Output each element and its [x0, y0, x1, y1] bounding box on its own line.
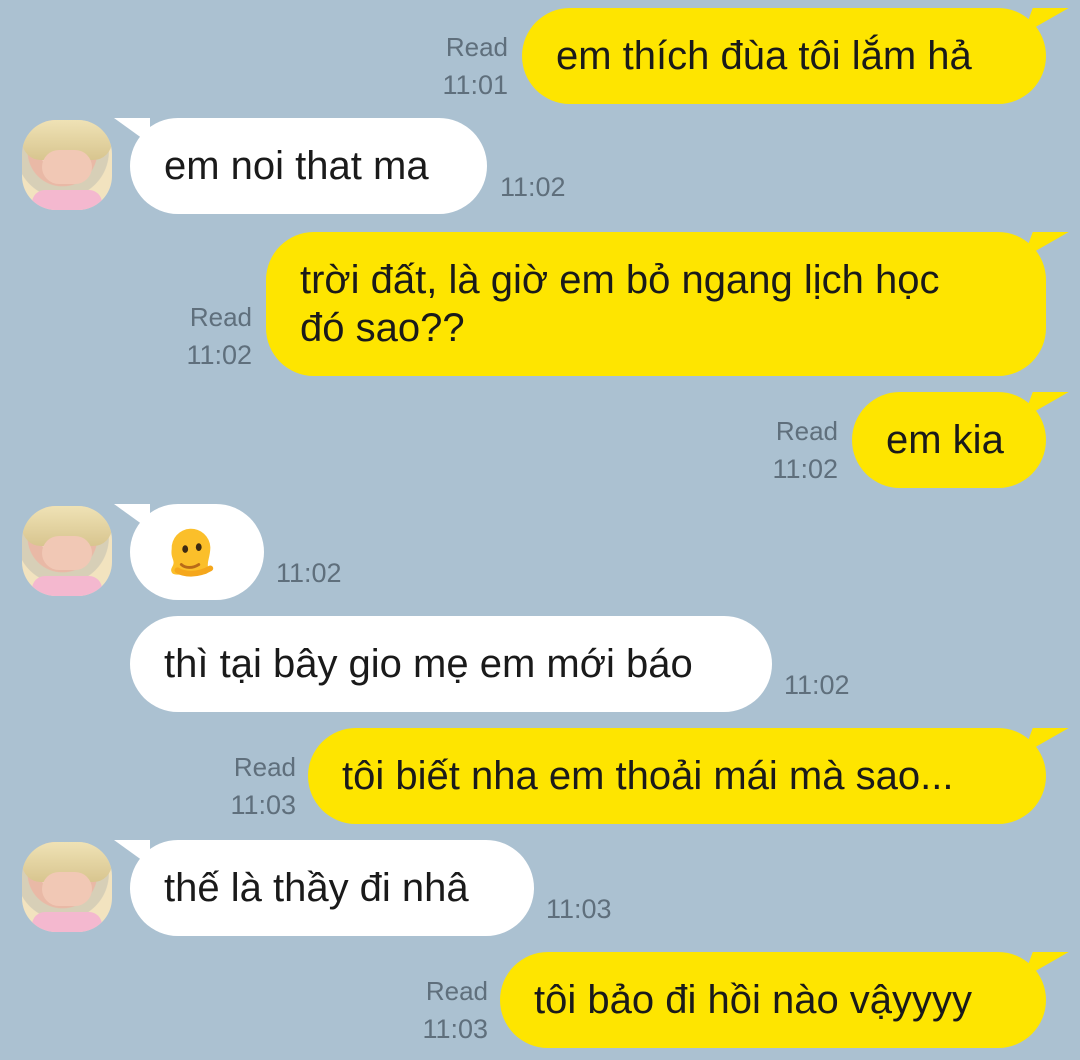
message-row: Read 11:03 tôi biết nha em thoải mái mà …	[0, 728, 1080, 824]
bubble-tail	[114, 840, 150, 866]
outgoing-message-bubble[interactable]: em thích đùa tôi lắm hả	[522, 8, 1069, 104]
outgoing-message-bubble[interactable]: tôi bảo đi hồi nào vậyyyy	[500, 952, 1069, 1048]
avatar[interactable]	[22, 506, 112, 596]
message-row: thế là thầy đi nhâ 11:03	[0, 840, 1080, 936]
message-text: tôi biết nha em thoải mái mà sao...	[342, 754, 954, 798]
message-row: Read 11:01 em thích đùa tôi lắm hả	[0, 8, 1080, 104]
message-meta: Read 11:02	[186, 298, 252, 374]
incoming-message-bubble[interactable]: em noi that ma	[114, 118, 487, 214]
message-row: em noi that ma 11:02	[0, 118, 1080, 214]
message-text: tôi bảo đi hồi nào vậyyyy	[534, 978, 973, 1022]
outgoing-message-bubble[interactable]: trời đất, là giờ em bỏ ngang lịch học đó…	[266, 232, 1069, 376]
incoming-message-bubble[interactable]	[114, 504, 264, 600]
message-text: thế là thầy đi nhâ	[164, 866, 469, 910]
message-text: em thích đùa tôi lắm hả	[556, 34, 972, 78]
message-row: Read 11:03 tôi bảo đi hồi nào vậyyyy	[0, 952, 1080, 1048]
message-row: thì tại bây gio mẹ em mới báo 11:02	[0, 616, 1080, 712]
message-time: 11:02	[500, 172, 566, 202]
message-meta: Read 11:02	[772, 412, 838, 488]
bubble-tail	[114, 118, 150, 144]
message-meta: Read 11:01	[442, 28, 508, 104]
message-meta: Read 11:03	[230, 748, 296, 824]
message-text: trời đất, là giờ em bỏ ngang lịch học đó…	[300, 258, 940, 350]
message-row: Read 11:02 em kia	[0, 392, 1080, 488]
message-meta: Read 11:03	[422, 972, 488, 1048]
message-text: thì tại bây gio mẹ em mới báo	[164, 642, 693, 686]
incoming-message-bubble[interactable]: thế là thầy đi nhâ	[114, 840, 534, 936]
melting-face-icon	[171, 528, 214, 577]
message-text: em kia	[886, 418, 1004, 462]
bubble-tail	[1023, 392, 1069, 418]
message-text: em noi that ma	[164, 144, 429, 188]
read-status: Read	[775, 416, 838, 446]
bubble-tail	[1023, 728, 1069, 754]
message-time: 11:03	[230, 790, 296, 820]
bubble-tail	[114, 504, 150, 530]
message-time: 11:03	[422, 1014, 488, 1044]
bubble-tail	[1023, 232, 1069, 258]
message-time: 11:03	[546, 894, 612, 924]
incoming-message-bubble[interactable]: thì tại bây gio mẹ em mới báo	[130, 616, 772, 712]
message-row: Read 11:02 trời đất, là giờ em bỏ ngang …	[0, 232, 1080, 376]
message-time: 11:02	[784, 670, 850, 700]
read-status: Read	[445, 32, 508, 62]
bubble-tail	[1023, 8, 1069, 34]
read-status: Read	[425, 976, 488, 1006]
outgoing-message-bubble[interactable]: em kia	[852, 392, 1069, 488]
message-time: 11:01	[442, 70, 508, 100]
avatar[interactable]	[22, 120, 112, 210]
outgoing-message-bubble[interactable]: tôi biết nha em thoải mái mà sao...	[308, 728, 1069, 824]
bubble-tail	[1023, 952, 1069, 978]
read-status: Read	[233, 752, 296, 782]
read-status: Read	[189, 302, 252, 332]
message-time: 11:02	[772, 454, 838, 484]
avatar[interactable]	[22, 842, 112, 932]
message-time: 11:02	[186, 340, 252, 370]
message-row: 11:02	[0, 504, 1080, 600]
message-time: 11:02	[276, 558, 342, 588]
